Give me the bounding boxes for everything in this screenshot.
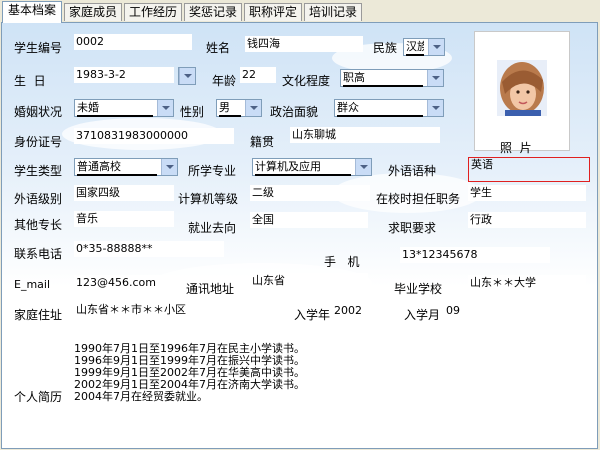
foreign-lang-label: 外语语种 xyxy=(388,164,437,178)
resume-label: 个人简历 xyxy=(14,390,63,404)
computer-level-label: 计算机等级 xyxy=(178,192,239,206)
education-select[interactable]: 职高 xyxy=(340,69,444,87)
marital-label: 婚姻状况 xyxy=(14,105,63,119)
chevron-down-icon[interactable] xyxy=(355,159,371,175)
birthday-field[interactable]: 1983-3-2 xyxy=(74,67,174,83)
photo-label: 照 片 xyxy=(500,141,532,155)
marital-select[interactable]: 未婚 xyxy=(74,99,174,117)
age-label: 年龄 xyxy=(212,74,237,88)
political-select[interactable]: 群众 xyxy=(334,99,444,117)
chevron-down-icon[interactable] xyxy=(427,100,443,116)
tab-training[interactable]: 培训记录 xyxy=(304,3,362,21)
enroll-month-label: 入学月 xyxy=(404,308,441,322)
chevron-down-icon[interactable] xyxy=(157,100,173,116)
id-number-label: 身份证号 xyxy=(14,135,63,149)
email-label: E_mail xyxy=(14,278,51,291)
foreign-level-field[interactable]: 国家四级 xyxy=(74,185,174,201)
chevron-down-icon[interactable] xyxy=(427,70,443,86)
native-place-field[interactable]: 山东聊城 xyxy=(290,127,440,143)
education-value: 职高 xyxy=(343,71,423,87)
foreign-lang-field[interactable]: 英语 xyxy=(468,157,590,182)
major-value: 计算机及应用 xyxy=(255,160,351,176)
address-label: 通讯地址 xyxy=(186,282,235,296)
tab-rewards[interactable]: 奖惩记录 xyxy=(184,3,242,21)
student-type-select[interactable]: 普通高校 xyxy=(74,158,178,176)
specialty-label: 其他专长 xyxy=(14,218,63,232)
political-label: 政治面貌 xyxy=(270,105,319,119)
name-label: 姓名 xyxy=(206,41,231,55)
chevron-down-icon[interactable] xyxy=(161,159,177,175)
foreign-level-label: 外语级别 xyxy=(14,192,63,206)
gender-value: 男 xyxy=(219,101,241,117)
school-role-label: 在校时担任职务 xyxy=(376,192,461,206)
specialty-field[interactable]: 音乐 xyxy=(74,211,174,227)
tab-bar: 基本档案 家庭成员 工作经历 奖惩记录 职称评定 培训记录 xyxy=(0,0,600,23)
tab-basic-profile[interactable]: 基本档案 xyxy=(2,1,62,23)
mobile-field[interactable]: 13*12345678 xyxy=(400,247,550,263)
name-field[interactable]: 钱四海 xyxy=(245,36,363,52)
school-role-field[interactable]: 学生 xyxy=(468,185,586,201)
phone-label: 联系电话 xyxy=(14,247,63,261)
graduated-from-field[interactable]: 山东＊＊大学 xyxy=(468,275,586,291)
birthday-picker[interactable] xyxy=(178,67,196,85)
tab-work-history[interactable]: 工作经历 xyxy=(124,3,182,21)
resume-textarea[interactable]: 1990年7月1日至1996年7月在民主小学读书。 1996年9月1日至1999… xyxy=(74,343,374,403)
email-field[interactable]: 123@456.com xyxy=(74,275,174,291)
education-label: 文化程度 xyxy=(282,74,331,88)
gender-select[interactable]: 男 xyxy=(216,99,262,117)
tab-family-members[interactable]: 家庭成员 xyxy=(64,3,122,21)
chevron-down-icon[interactable] xyxy=(245,100,261,116)
tab-titles[interactable]: 职称评定 xyxy=(244,3,302,21)
computer-level-field[interactable]: 二级 xyxy=(250,185,370,201)
chevron-down-icon[interactable] xyxy=(428,39,444,55)
home-address-label: 家庭住址 xyxy=(14,308,63,322)
political-value: 群众 xyxy=(337,101,423,117)
mobile-label: 手 机 xyxy=(324,255,360,269)
employment-label: 就业去向 xyxy=(188,221,237,235)
major-label: 所学专业 xyxy=(188,164,237,178)
basic-profile-panel: 学生编号 0002 姓名 钱四海 民族 汉族 生 日 1983-3-2 年龄 2… xyxy=(1,22,598,449)
employment-field[interactable]: 全国 xyxy=(250,212,368,228)
job-request-label: 求职要求 xyxy=(388,221,437,235)
student-id-label: 学生编号 xyxy=(14,41,63,55)
native-place-label: 籍贯 xyxy=(250,135,275,149)
id-number-field[interactable]: 3710831983000000 xyxy=(74,128,234,144)
enroll-year-field[interactable]: 2002 xyxy=(332,303,392,319)
student-id-field[interactable]: 0002 xyxy=(74,34,192,50)
graduated-from-label: 毕业学校 xyxy=(394,282,443,296)
student-photo[interactable] xyxy=(474,31,570,151)
job-request-field[interactable]: 行政 xyxy=(468,212,586,228)
calendar-dropdown-icon[interactable] xyxy=(179,68,195,84)
age-field[interactable]: 22 xyxy=(240,67,276,83)
marital-value: 未婚 xyxy=(77,101,153,117)
ethnicity-select[interactable]: 汉族 xyxy=(403,38,445,56)
birthday-label: 生 日 xyxy=(14,74,46,88)
address-field[interactable]: 山东省 xyxy=(250,273,368,289)
portrait-image xyxy=(475,32,569,150)
gender-label: 性别 xyxy=(180,105,205,119)
student-type-label: 学生类型 xyxy=(14,164,63,178)
enroll-year-label: 入学年 xyxy=(294,308,331,322)
ethnicity-value: 汉族 xyxy=(406,40,424,56)
student-type-value: 普通高校 xyxy=(77,160,157,176)
phone-field[interactable]: 0*35-88888** xyxy=(74,241,224,257)
ethnicity-label: 民族 xyxy=(373,41,398,55)
enroll-month-field[interactable]: 09 xyxy=(444,303,484,319)
major-select[interactable]: 计算机及应用 xyxy=(252,158,372,176)
home-address-field[interactable]: 山东省＊＊市＊＊小区 xyxy=(74,302,274,318)
